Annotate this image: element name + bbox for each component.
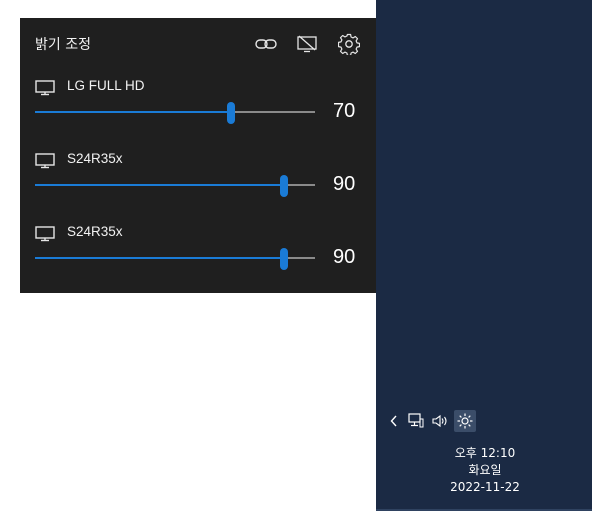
link-icon[interactable] xyxy=(254,32,278,56)
gear-icon[interactable] xyxy=(337,32,361,56)
slider-fill xyxy=(35,111,231,113)
monitor-icon xyxy=(35,153,55,169)
display-off-icon[interactable] xyxy=(295,32,319,56)
network-icon[interactable] xyxy=(406,410,426,432)
brightness-value: 90 xyxy=(333,246,356,268)
monitor-name: S24R35x xyxy=(67,224,123,239)
chevron-left-icon[interactable] xyxy=(388,410,400,432)
slider-thumb[interactable] xyxy=(280,175,289,197)
clock-date: 2022-11-22 xyxy=(450,480,520,494)
monitor-name: S24R35x xyxy=(67,151,123,166)
slider-thumb[interactable] xyxy=(280,248,289,270)
taskbar-clock[interactable]: 오후 12:10 화요일 2022-11-22 xyxy=(430,445,540,496)
monitor-icon xyxy=(35,226,55,242)
panel-title: 밝기 조정 xyxy=(35,37,91,53)
brightness-slider[interactable] xyxy=(35,102,315,124)
brightness-panel: 밝기 조정 LG FULL HD 70 S24R35x 90 S24R35x 9… xyxy=(20,18,376,293)
slider-fill xyxy=(35,184,285,186)
system-tray xyxy=(388,410,488,432)
brightness-icon[interactable] xyxy=(454,410,476,432)
monitor-row-2: S24R35x 90 xyxy=(20,151,376,211)
slider-thumb[interactable] xyxy=(227,102,235,124)
slider-fill xyxy=(35,257,285,259)
monitor-icon xyxy=(35,80,55,96)
monitor-name: LG FULL HD xyxy=(67,78,145,93)
volume-icon[interactable] xyxy=(430,410,450,432)
monitor-row-1: LG FULL HD 70 xyxy=(20,78,376,138)
brightness-value: 70 xyxy=(333,100,356,122)
brightness-slider[interactable] xyxy=(35,248,315,270)
taskbar xyxy=(376,0,592,511)
brightness-slider[interactable] xyxy=(35,175,315,197)
clock-day: 화요일 xyxy=(468,463,502,477)
brightness-value: 90 xyxy=(333,173,356,195)
clock-time: 오후 12:10 xyxy=(454,446,516,460)
monitor-row-3: S24R35x 90 xyxy=(20,224,376,284)
